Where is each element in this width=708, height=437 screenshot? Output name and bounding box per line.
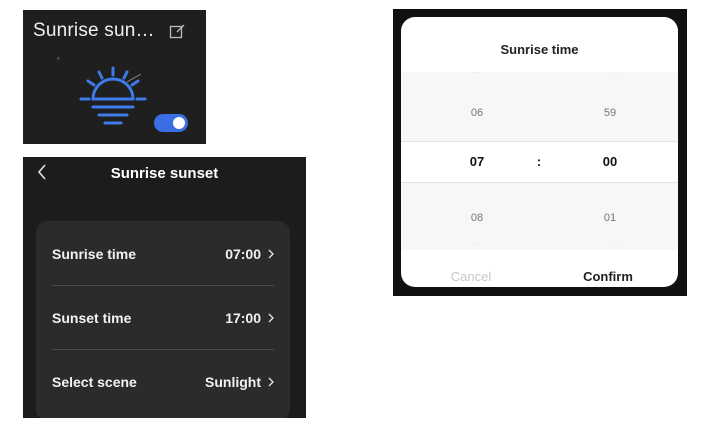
dialog-title: Sunrise time [500, 42, 579, 57]
widget-title: Sunrise sun… [33, 20, 155, 41]
toggle-knob [173, 117, 185, 129]
select-scene-label: Select scene [52, 374, 137, 390]
hour-faint-top: ··· [472, 72, 478, 76]
chevron-right-icon [268, 377, 274, 387]
sunrise-time-row[interactable]: Sunrise time 07:00 [52, 222, 274, 286]
sunrise-sunset-widget[interactable]: Sunrise sun… + [23, 10, 206, 144]
settings-card: Sunrise time 07:00 Sunset time 17:00 Sel… [36, 221, 290, 418]
sunrise-icon [79, 66, 147, 125]
time-picker-dialog: Sunrise time ··· ··· 06 07 08 : 59 00 01… [401, 17, 678, 287]
hour-next[interactable]: 08 [447, 212, 507, 224]
page-title: Sunrise sunset [110, 165, 219, 182]
cancel-button[interactable]: Cancel [416, 269, 526, 284]
sunset-time-row[interactable]: Sunset time 17:00 [52, 286, 274, 350]
sunset-time-value: 17:00 [225, 310, 261, 326]
minute-faint-bottom: ··· [612, 242, 618, 248]
sunrise-time-value: 07:00 [225, 246, 261, 262]
minute-prev[interactable]: 59 [580, 107, 640, 119]
chevron-right-icon [268, 313, 274, 323]
select-scene-row[interactable]: Select scene Sunlight [52, 350, 274, 414]
decorative-dot: + [56, 54, 61, 63]
hour-prev[interactable]: 06 [447, 107, 507, 119]
time-separator: : [536, 154, 542, 169]
sunrise-sunset-settings: Sunrise sunset Sunrise time 07:00 Sunset… [23, 157, 306, 418]
hour-faint-bottom: ··· [472, 242, 478, 248]
sunset-time-label: Sunset time [52, 310, 132, 326]
widget-toggle[interactable] [154, 114, 188, 132]
minute-selected[interactable]: 00 [580, 154, 640, 169]
minute-faint-top: ··· [612, 72, 618, 76]
chevron-right-icon [268, 249, 274, 259]
time-wheel[interactable]: ··· ··· 06 07 08 : 59 00 01 ··· ··· [401, 72, 678, 250]
time-picker-frame: Sunrise time ··· ··· 06 07 08 : 59 00 01… [393, 9, 687, 296]
sunrise-time-label: Sunrise time [52, 246, 137, 262]
confirm-button[interactable]: Confirm [553, 269, 663, 284]
edit-icon[interactable] [169, 24, 185, 40]
select-scene-value: Sunlight [205, 374, 261, 390]
hour-selected[interactable]: 07 [447, 154, 507, 169]
minute-next[interactable]: 01 [580, 212, 640, 224]
